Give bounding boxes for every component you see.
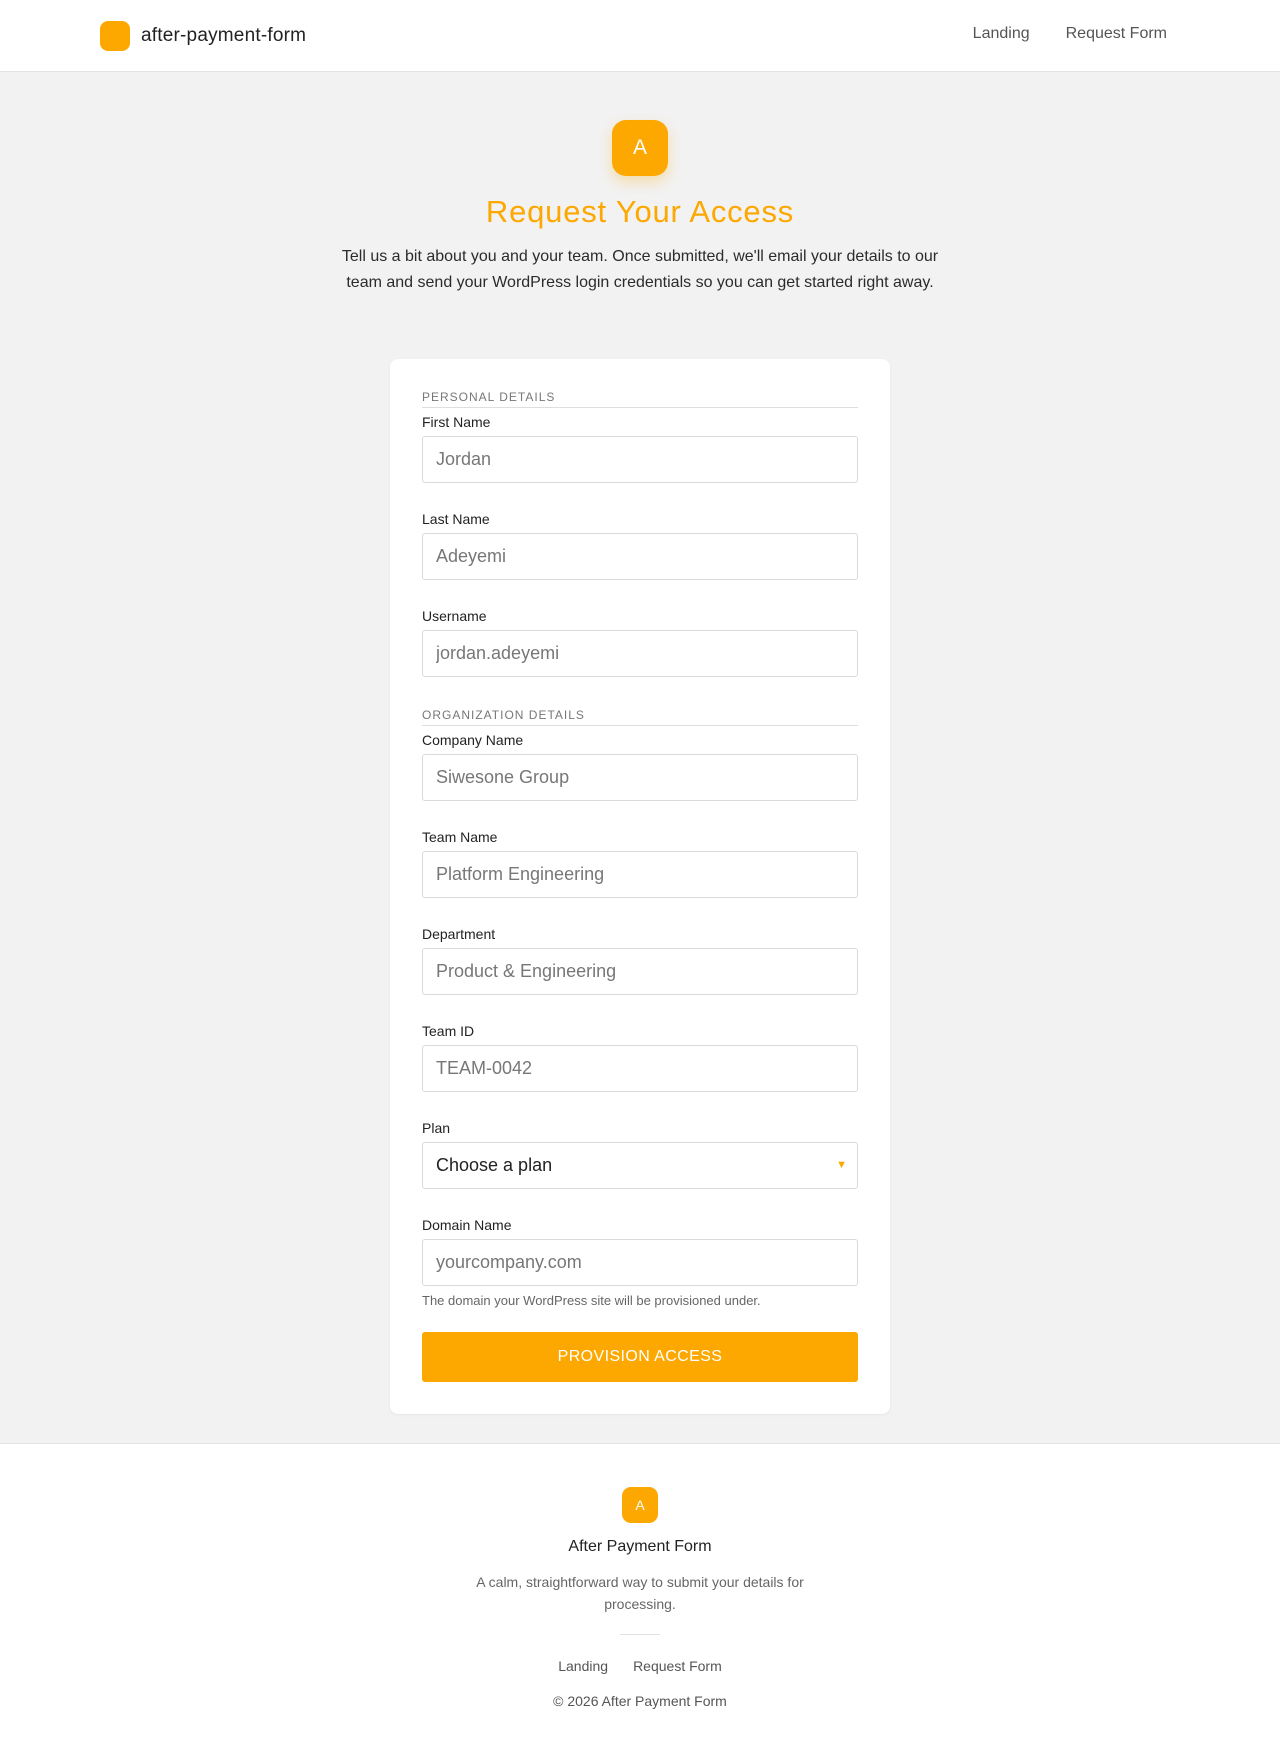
plan-group: Plan Choose a plan ▼	[422, 1120, 858, 1189]
username-input[interactable]	[422, 630, 858, 677]
company-name-group: Company Name	[422, 732, 858, 801]
provision-access-button[interactable]: PROVISION ACCESS	[422, 1332, 858, 1382]
section-title-personal: PERSONAL DETAILS	[422, 390, 858, 408]
company-name-input[interactable]	[422, 754, 858, 801]
footer-description: A calm, straightforward way to submit yo…	[476, 1574, 804, 1612]
department-group: Department	[422, 926, 858, 995]
team-name-input[interactable]	[422, 851, 858, 898]
first-name-input[interactable]	[422, 436, 858, 483]
page-title: Request Your Access	[485, 194, 795, 229]
plan-select[interactable]: Choose a plan ▼	[422, 1142, 858, 1189]
username-label: Username	[422, 608, 487, 624]
username-group: Username	[422, 608, 858, 677]
department-input[interactable]	[422, 948, 858, 995]
plan-select-value[interactable]: Choose a plan	[422, 1142, 858, 1189]
team-name-group: Team Name	[422, 829, 858, 898]
footer-divider	[620, 1634, 660, 1635]
footer-links: Landing Request Form	[0, 1658, 1280, 1674]
last-name-label: Last Name	[422, 511, 490, 527]
plan-label: Plan	[422, 1120, 451, 1136]
page-footer: A After Payment Form A calm, straightfor…	[0, 1443, 1280, 1745]
company-name-label: Company Name	[422, 732, 524, 748]
domain-input[interactable]	[422, 1239, 858, 1286]
first-name-group: First Name	[422, 414, 858, 483]
footer-logo-icon: A	[622, 1487, 658, 1523]
domain-hint: The domain your WordPress site will be p…	[422, 1293, 761, 1308]
domain-label: Domain Name	[422, 1217, 512, 1233]
nav-link-request-form[interactable]: Request Form	[1066, 25, 1167, 43]
team-name-label: Team Name	[422, 829, 498, 845]
last-name-group: Last Name	[422, 511, 858, 580]
team-id-input[interactable]	[422, 1045, 858, 1092]
footer-copyright: © 2026 After Payment Form	[553, 1693, 727, 1709]
top-nav: Landing Request Form	[973, 25, 1167, 43]
domain-group: Domain Name The domain your WordPress si…	[422, 1217, 858, 1308]
brand-logo-icon	[100, 21, 130, 51]
section-title-organization: ORGANIZATION DETAILS	[422, 708, 858, 726]
hero-section: A Request Your Access Tell us a bit abou…	[0, 72, 1280, 296]
team-id-group: Team ID	[422, 1023, 858, 1092]
nav-link-landing[interactable]: Landing	[973, 25, 1030, 43]
last-name-input[interactable]	[422, 533, 858, 580]
page-description: Tell us a bit about you and your team. O…	[341, 248, 939, 291]
footer-link-landing[interactable]: Landing	[558, 1658, 608, 1674]
top-navigation-bar: after-payment-form Landing Request Form	[0, 0, 1280, 72]
chevron-down-icon: ▼	[836, 1159, 847, 1171]
footer-title: After Payment Form	[568, 1538, 712, 1555]
brand[interactable]: after-payment-form	[100, 21, 306, 51]
team-id-label: Team ID	[422, 1023, 475, 1039]
app-logo-icon: A	[612, 120, 668, 176]
department-label: Department	[422, 926, 496, 942]
request-form-card: PERSONAL DETAILS First Name Last Name Us…	[390, 359, 890, 1414]
footer-link-request-form[interactable]: Request Form	[633, 1658, 722, 1674]
brand-name: after-payment-form	[141, 25, 307, 46]
first-name-label: First Name	[422, 414, 491, 430]
